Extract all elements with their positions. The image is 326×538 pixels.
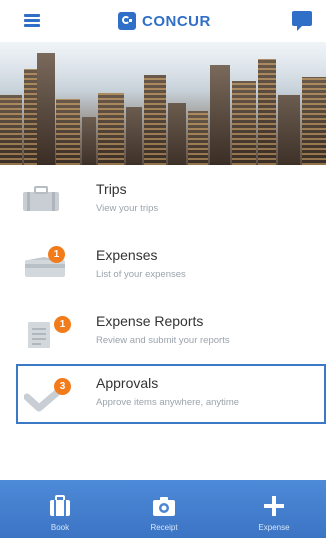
concur-logo-mark-icon [118,12,136,30]
menu-item-subtitle: List of your expenses [96,269,186,280]
menu-item-subtitle: Approve items anywhere, anytime [96,397,240,408]
report-document-icon [28,322,50,348]
brand-name: CONCUR [142,12,211,30]
menu-item-expense-reports[interactable]: 1 Expense Reports Review and submit your… [16,304,326,366]
menu-item-subtitle: View your trips [96,203,159,214]
badge-count: 1 [48,246,65,263]
menu-item-trips[interactable]: Trips View your trips [16,172,326,234]
tab-book[interactable]: Book [20,480,100,538]
menu-item-subtitle: Review and submit your reports [96,335,230,346]
badge-count: 1 [54,316,71,333]
camera-icon [153,497,175,516]
menu-item-expenses[interactable]: 1 Expenses List of your expenses [16,238,326,300]
badge-count: 3 [54,378,71,395]
menu-item-title: Expenses [96,247,158,263]
app-header: CONCUR [0,0,326,42]
suitcase-icon [50,495,70,516]
tab-expense[interactable]: Expense [234,480,314,538]
tab-receipt[interactable]: Receipt [124,480,204,538]
tab-label: Expense [258,523,290,532]
plus-icon [264,496,284,516]
menu-item-title: Trips [96,181,127,197]
chat-bubble-icon[interactable] [292,11,312,31]
menu-item-title: Approvals [96,375,159,391]
menu-item-title: Expense Reports [96,313,204,329]
hamburger-menu-icon[interactable] [24,14,40,27]
suitcase-icon [23,186,59,211]
tab-label: Book [50,523,70,532]
bottom-action-bar: Book Receipt Expense [0,480,326,538]
menu-item-approvals[interactable]: 3 Approvals Approve items anywhere, anyt… [16,364,326,424]
tab-label: Receipt [150,523,178,532]
concur-logo: CONCUR [118,10,211,32]
city-skyline-banner [0,42,326,165]
